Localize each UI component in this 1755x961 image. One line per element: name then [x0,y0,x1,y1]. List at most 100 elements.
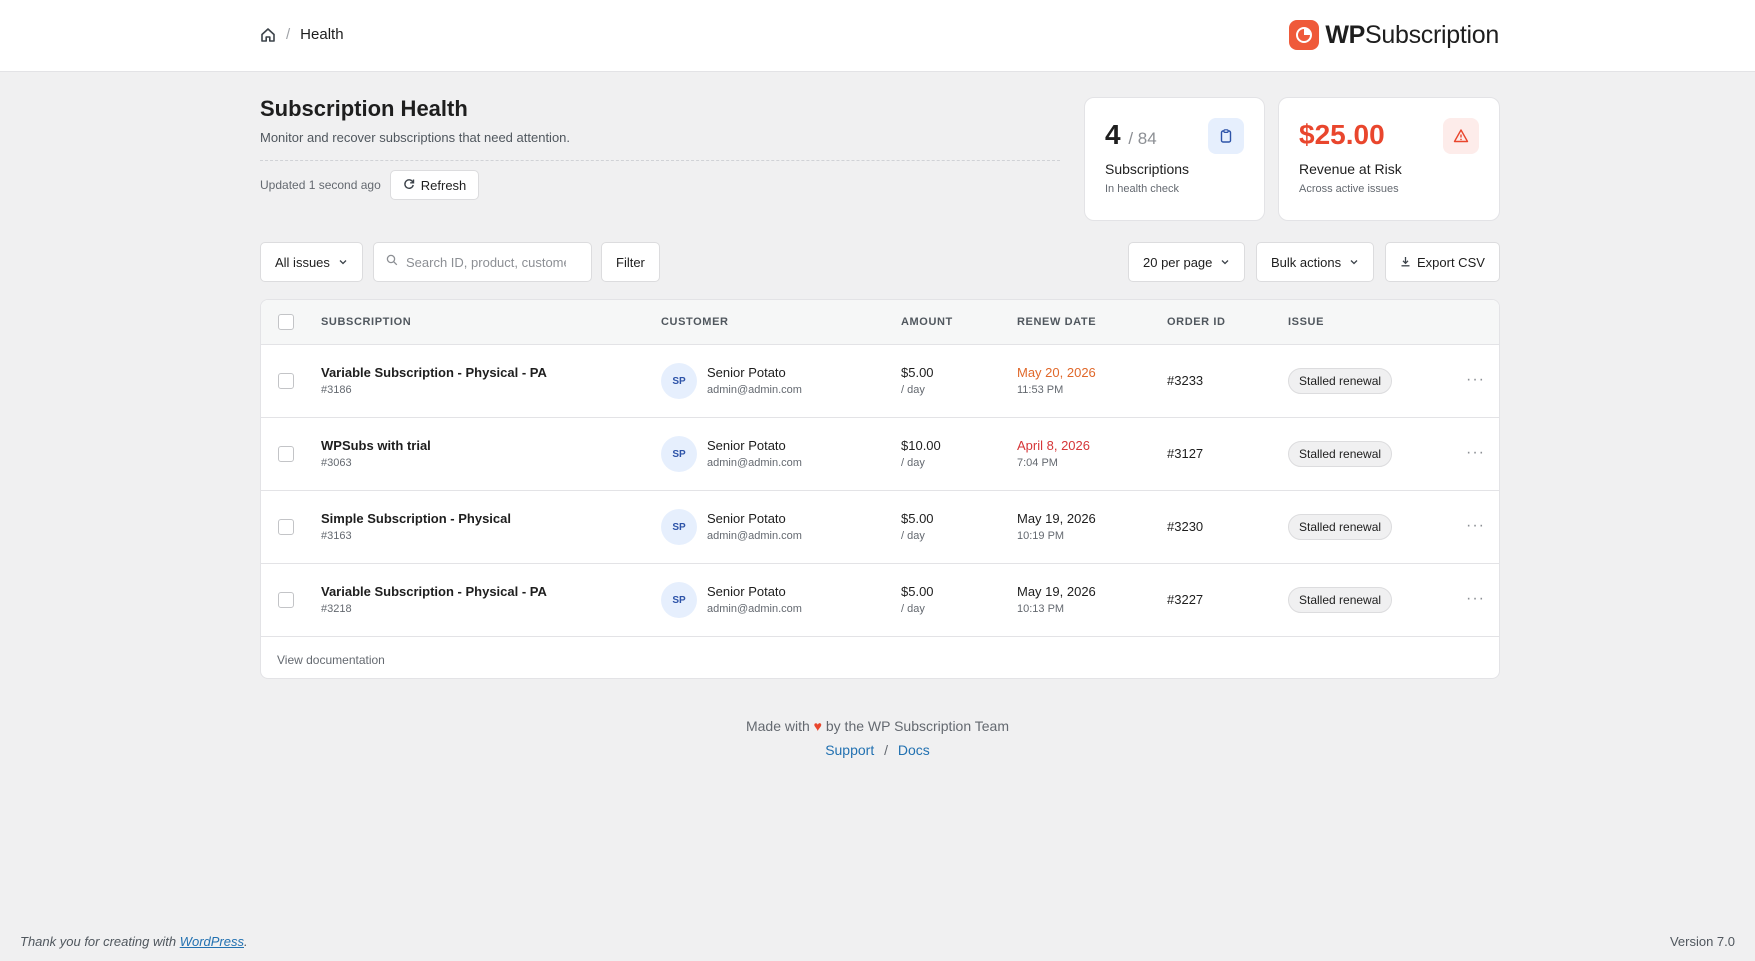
table-row[interactable]: Simple Subscription - Physical #3163 SP … [261,491,1499,564]
amount-period: / day [901,603,925,615]
renew-date-cell: May 19, 2026 10:13 PM [1017,584,1096,615]
customer-email: admin@admin.com [707,457,802,469]
support-link[interactable]: Support [825,742,874,758]
customer-name: Senior Potato [707,438,786,453]
subscription-name[interactable]: Simple Subscription - Physical [321,511,511,526]
chevron-down-icon [338,255,348,270]
row-checkbox[interactable] [278,446,294,462]
issues-filter-select[interactable]: All issues [260,242,363,282]
amount-value: $5.00 [901,365,934,380]
table-row[interactable]: Variable Subscription - Physical - PA #3… [261,345,1499,418]
customer-cell: Senior Potato admin@admin.com [707,511,802,542]
made-with-text: Made with ♥ by the WP Subscription Team [745,718,1010,734]
row-checkbox[interactable] [278,519,294,535]
home-icon[interactable] [260,27,276,43]
more-horizontal-icon[interactable]: ··· [1466,444,1485,462]
issues-filter-label: All issues [275,254,330,270]
issue-badge: Stalled renewal [1288,514,1393,540]
customer-cell: Senior Potato admin@admin.com [707,438,802,469]
more-horizontal-icon[interactable]: ··· [1466,371,1485,389]
logo-text: WPSubscription [1325,20,1499,49]
view-documentation-link[interactable]: View documentation [277,653,385,667]
top-bar: / Health WPSubscription [0,0,1755,72]
wpsubscription-logo[interactable]: WPSubscription [1289,20,1499,50]
wordpress-link[interactable]: WordPress [180,934,244,949]
subscriptions-label: Subscriptions [1105,160,1190,177]
chevron-down-icon [1349,255,1359,270]
column-customer[interactable]: CUSTOMER [661,316,729,328]
subscription-cell: Variable Subscription - Physical - PA #3… [321,584,547,615]
logo-mark-icon [1289,20,1320,50]
amount-cell: $5.00 / day [901,584,934,615]
divider [260,160,1060,161]
amount-value: $10.00 [901,438,941,453]
order-id[interactable]: #3127 [1167,446,1203,461]
renew-date: April 8, 2026 [1017,438,1090,453]
subscription-name[interactable]: WPSubs with trial [321,438,431,453]
subscriptions-sublabel: In health check [1105,182,1179,195]
order-id[interactable]: #3227 [1167,592,1203,607]
more-horizontal-icon[interactable]: ··· [1466,590,1485,608]
renew-date-cell: April 8, 2026 7:04 PM [1017,438,1090,469]
amount-cell: $5.00 / day [901,511,934,542]
warning-icon [1443,118,1479,154]
page-header: Subscription Health Monitor and recover … [260,96,1060,200]
avatar: SP [661,436,697,472]
customer-name: Senior Potato [707,584,786,599]
footer-links: Support / Docs [0,742,1755,758]
order-id[interactable]: #3230 [1167,519,1203,534]
column-amount[interactable]: AMOUNT [901,316,953,328]
subscriptions-stat-card: 4 / 84 Subscriptions In health check [1084,97,1265,221]
amount-cell: $5.00 / day [901,365,934,396]
amount-period: / day [901,457,925,469]
column-subscription[interactable]: SUBSCRIPTION [321,316,411,328]
renew-time: 7:04 PM [1017,457,1058,469]
breadcrumb: / Health [260,26,344,43]
page-subtitle: Monitor and recover subscriptions that n… [260,130,571,145]
column-renew-date[interactable]: RENEW DATE [1017,316,1096,328]
customer-cell: Senior Potato admin@admin.com [707,584,802,615]
table-row[interactable]: Variable Subscription - Physical - PA #3… [261,564,1499,637]
table-row[interactable]: WPSubs with trial #3063 SP Senior Potato… [261,418,1499,491]
row-checkbox[interactable] [278,373,294,389]
issue-badge: Stalled renewal [1288,441,1393,467]
more-horizontal-icon[interactable]: ··· [1466,517,1485,535]
refresh-label: Refresh [420,177,467,193]
bulk-actions-select[interactable]: Bulk actions [1256,242,1375,282]
renew-date-cell: May 20, 2026 11:53 PM [1017,365,1096,396]
heart-icon: ♥ [813,718,822,734]
health-table: SUBSCRIPTION CUSTOMER AMOUNT RENEW DATE … [260,299,1500,679]
per-page-select[interactable]: 20 per page [1128,242,1246,282]
wp-admin-footer-thanks: Thank you for creating with WordPress. [20,934,248,949]
amount-period: / day [901,530,925,542]
subscription-id: #3218 [321,603,352,615]
customer-name: Senior Potato [707,511,786,526]
subscription-id: #3186 [321,384,352,396]
row-checkbox[interactable] [278,592,294,608]
order-id[interactable]: #3233 [1167,373,1203,388]
subscription-name[interactable]: Variable Subscription - Physical - PA [321,365,547,380]
table-header: SUBSCRIPTION CUSTOMER AMOUNT RENEW DATE … [261,300,1499,345]
amount-value: $5.00 [901,511,934,526]
search-field[interactable] [373,242,592,282]
revenue-label: Revenue at Risk [1299,160,1402,177]
customer-name: Senior Potato [707,365,786,380]
renew-time: 10:19 PM [1017,530,1065,542]
column-issue[interactable]: ISSUE [1288,316,1324,328]
docs-link[interactable]: Docs [898,742,930,758]
subscription-cell: Simple Subscription - Physical #3163 [321,511,511,542]
filter-button[interactable]: Filter [601,242,660,282]
renew-date: May 20, 2026 [1017,365,1096,380]
avatar: SP [661,509,697,545]
breadcrumb-current: Health [300,26,344,43]
search-icon [386,253,398,271]
bulk-actions-label: Bulk actions [1271,254,1342,270]
refresh-button[interactable]: Refresh [389,170,480,200]
issue-badge: Stalled renewal [1288,587,1393,613]
subscription-id: #3063 [321,457,352,469]
subscription-name[interactable]: Variable Subscription - Physical - PA [321,584,547,599]
export-csv-button[interactable]: Export CSV [1385,242,1500,282]
column-order-id[interactable]: ORDER ID [1167,316,1226,328]
select-all-checkbox[interactable] [278,314,294,330]
search-input[interactable] [406,254,566,270]
